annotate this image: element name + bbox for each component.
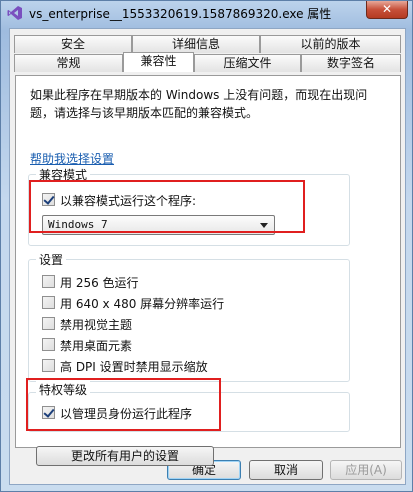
- run-as-admin-label: 以管理员身份运行此程序: [60, 407, 193, 421]
- tab-details[interactable]: 详细信息: [132, 35, 260, 53]
- disable-desktop-checkbox[interactable]: [42, 338, 55, 351]
- tab-previous-versions[interactable]: 以前的版本: [260, 35, 401, 53]
- cancel-button[interactable]: 取消: [249, 460, 323, 480]
- settings-title: 设置: [36, 251, 67, 268]
- close-icon: ✕: [381, 2, 393, 16]
- color-256-checkbox[interactable]: [42, 275, 55, 288]
- tab-security[interactable]: 安全: [14, 35, 132, 53]
- visual-studio-icon: [7, 6, 22, 20]
- properties-window: vs_enterprise__1553320619.1587869320.exe…: [0, 0, 413, 492]
- disable-desktop-label: 禁用桌面元素: [60, 339, 133, 353]
- disable-dpi-checkbox[interactable]: [42, 359, 55, 372]
- tab-digital-signatures[interactable]: 数字签名: [301, 54, 401, 72]
- privilege-title: 特权等级: [36, 381, 91, 398]
- tab-compatibility[interactable]: 兼容性: [123, 52, 194, 72]
- compat-mode-checkbox[interactable]: [42, 193, 55, 206]
- help-me-choose-link[interactable]: 帮助我选择设置: [30, 150, 114, 167]
- compat-description: 如果此程序在早期版本的 Windows 上没有问题，而现在出现问题，请选择与该早…: [30, 88, 368, 120]
- disable-dpi-label: 高 DPI 设置时禁用显示缩放: [60, 360, 208, 374]
- compat-mode-label: 以兼容模式运行这个程序:: [60, 194, 197, 208]
- compatibility-panel: 如果此程序在早期版本的 Windows 上没有问题，而现在出现问题，请选择与该早…: [15, 75, 401, 466]
- close-button[interactable]: ✕: [366, 1, 408, 19]
- compat-os-value: Windows 7: [48, 218, 108, 231]
- change-all-users-button[interactable]: 更改所有用户的设置: [36, 446, 214, 466]
- color-256-label: 用 256 色运行: [60, 276, 139, 290]
- resolution-640-checkbox[interactable]: [42, 296, 55, 309]
- run-as-admin-checkbox[interactable]: [42, 406, 55, 419]
- tab-general[interactable]: 常规: [14, 54, 123, 72]
- disable-themes-checkbox[interactable]: [42, 317, 55, 330]
- dialog-client: 安全 详细信息 以前的版本 常规 兼容性 压缩文件 数字签名 如果此程序在早期版…: [9, 28, 406, 485]
- tab-compression[interactable]: 压缩文件: [194, 54, 301, 72]
- compat-os-select[interactable]: Windows 7: [42, 215, 275, 235]
- window-title: vs_enterprise__1553320619.1587869320.exe…: [29, 7, 332, 21]
- compat-mode-group: [28, 174, 350, 246]
- apply-button[interactable]: 应用(A): [330, 460, 402, 480]
- chevron-down-icon: [260, 223, 268, 228]
- resolution-640-label: 用 640 x 480 屏幕分辨率运行: [60, 297, 225, 311]
- title-bar[interactable]: vs_enterprise__1553320619.1587869320.exe…: [1, 1, 412, 27]
- disable-themes-label: 禁用视觉主题: [60, 318, 133, 332]
- compat-mode-title: 兼容模式: [36, 166, 91, 183]
